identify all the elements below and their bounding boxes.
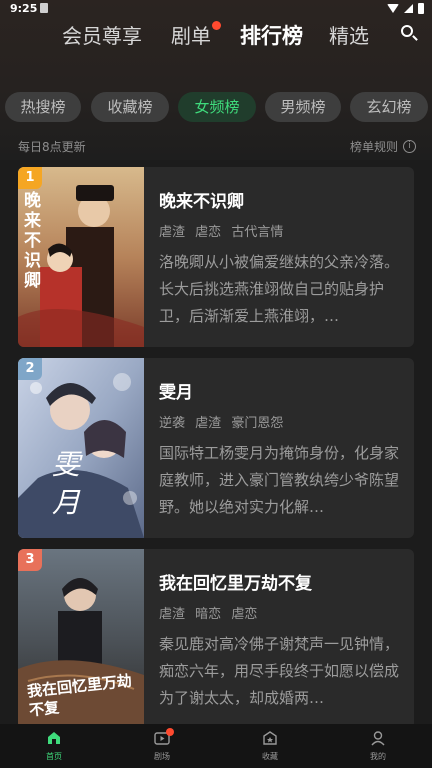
drama-description: 国际特工杨雯月为掩饰身份，化身家庭教师，进入豪门管教纨绔少爷陈望野。她以绝对实力… xyxy=(159,444,400,516)
poster-image: 雯月 2 xyxy=(18,358,144,538)
poster-image: 我在回忆里万劫不复 3 xyxy=(18,549,144,729)
tag: 豪门恩怨 xyxy=(231,416,284,431)
profile-icon xyxy=(370,730,386,746)
drama-title: 雯月 xyxy=(159,383,193,403)
tag: 虐恋 xyxy=(195,225,222,240)
search-icon[interactable] xyxy=(400,24,420,44)
ranking-rules-link[interactable]: 榜单规则 i xyxy=(350,138,416,155)
drama-description: 秦见鹿对高冷佛子谢梵声一见钟情，痴恋六年，用尽手段终于如愿以偿成为了谢太太，却成… xyxy=(159,635,400,707)
tab-featured[interactable]: 精选 xyxy=(329,20,369,49)
status-time: 9:25 xyxy=(10,2,38,15)
update-time-text: 每日8点更新 xyxy=(18,140,86,154)
drama-description: 洛晚卿从小被偏爱继妹的父亲冷落。长大后挑选燕淮翊做自己的贴身护卫，后渐渐爱上燕淮… xyxy=(159,253,400,325)
poster-title-text: 雯月 xyxy=(52,448,81,519)
tag: 逆袭 xyxy=(159,416,186,431)
nav-label: 首页 xyxy=(46,752,62,761)
chip-female[interactable]: 女频榜 xyxy=(178,92,256,122)
tag: 虐恋 xyxy=(231,607,258,622)
tag-list: 逆袭 虐渣 豪门恩怨 xyxy=(159,412,289,431)
nav-profile[interactable]: 我的 xyxy=(358,730,398,764)
ranking-card-1[interactable]: 晚来不识卿 1 晚来不识卿 虐渣 虐恋 古代言情 洛晚卿从小被偏爱继妹的父亲冷落… xyxy=(18,167,414,347)
ranking-card-2[interactable]: 雯月 2 雯月 逆袭 虐渣 豪门恩怨 国际特工杨雯月为掩饰身份，化身家庭教师，进… xyxy=(18,358,414,538)
rank-badge: 1 xyxy=(18,167,42,189)
status-bar: 9:25 xyxy=(0,0,432,18)
tag: 古代言情 xyxy=(231,225,284,240)
home-icon xyxy=(46,730,62,746)
chip-fantasy[interactable]: 玄幻榜 xyxy=(350,92,428,122)
wifi-icon xyxy=(387,4,399,13)
bottom-nav: 首页 剧场 收藏 我的 xyxy=(0,724,432,768)
category-chips: 热搜榜 收藏榜 女频榜 男频榜 玄幻榜 xyxy=(0,92,432,122)
nav-label: 我的 xyxy=(370,752,386,761)
tab-playlist[interactable]: 剧单 xyxy=(171,20,211,49)
poster-title-text: 晚来不识卿 xyxy=(24,191,41,291)
tab-ranking[interactable]: 排行榜 xyxy=(240,20,303,50)
tag: 虐渣 xyxy=(195,416,222,431)
status-icons xyxy=(387,3,424,14)
info-icon: i xyxy=(403,140,416,153)
rank-badge: 2 xyxy=(18,358,42,380)
ranking-card-3[interactable]: 我在回忆里万劫不复 3 我在回忆里万劫不复 虐渣 暗恋 虐恋 秦见鹿对高冷佛子谢… xyxy=(18,549,414,729)
theater-badge xyxy=(166,728,174,736)
nav-theater[interactable]: 剧场 xyxy=(142,728,182,764)
chip-favorites[interactable]: 收藏榜 xyxy=(91,92,169,122)
tag: 虐渣 xyxy=(159,225,186,240)
tag: 虐渣 xyxy=(159,607,186,622)
tag-list: 虐渣 暗恋 虐恋 xyxy=(159,603,263,622)
sim-icon xyxy=(40,3,48,13)
rank-badge: 3 xyxy=(18,549,42,571)
signal-icon xyxy=(404,4,413,13)
list-subheader: 每日8点更新 榜单规则 i xyxy=(18,138,416,156)
ranking-rules-label: 榜单规则 xyxy=(349,140,398,154)
nav-favorites[interactable]: 收藏 xyxy=(250,730,290,764)
chip-male[interactable]: 男频榜 xyxy=(265,92,341,122)
drama-title: 我在回忆里万劫不复 xyxy=(159,574,312,594)
nav-home[interactable]: 首页 xyxy=(34,730,74,764)
nav-label: 剧场 xyxy=(154,752,170,761)
drama-title: 晚来不识卿 xyxy=(159,192,244,212)
nav-label: 收藏 xyxy=(262,752,278,761)
tab-playlist-badge xyxy=(212,21,221,30)
tab-member[interactable]: 会员尊享 xyxy=(62,20,142,49)
top-tab-bar: 会员尊享 剧单 排行榜 精选 xyxy=(0,20,432,50)
tag: 暗恋 xyxy=(195,607,222,622)
tag-list: 虐渣 虐恋 古代言情 xyxy=(159,221,289,240)
poster-image: 晚来不识卿 1 xyxy=(18,167,144,347)
bookmark-icon xyxy=(262,730,278,746)
chip-hot-search[interactable]: 热搜榜 xyxy=(5,92,81,122)
battery-icon xyxy=(418,3,424,14)
theater-icon xyxy=(154,728,174,746)
